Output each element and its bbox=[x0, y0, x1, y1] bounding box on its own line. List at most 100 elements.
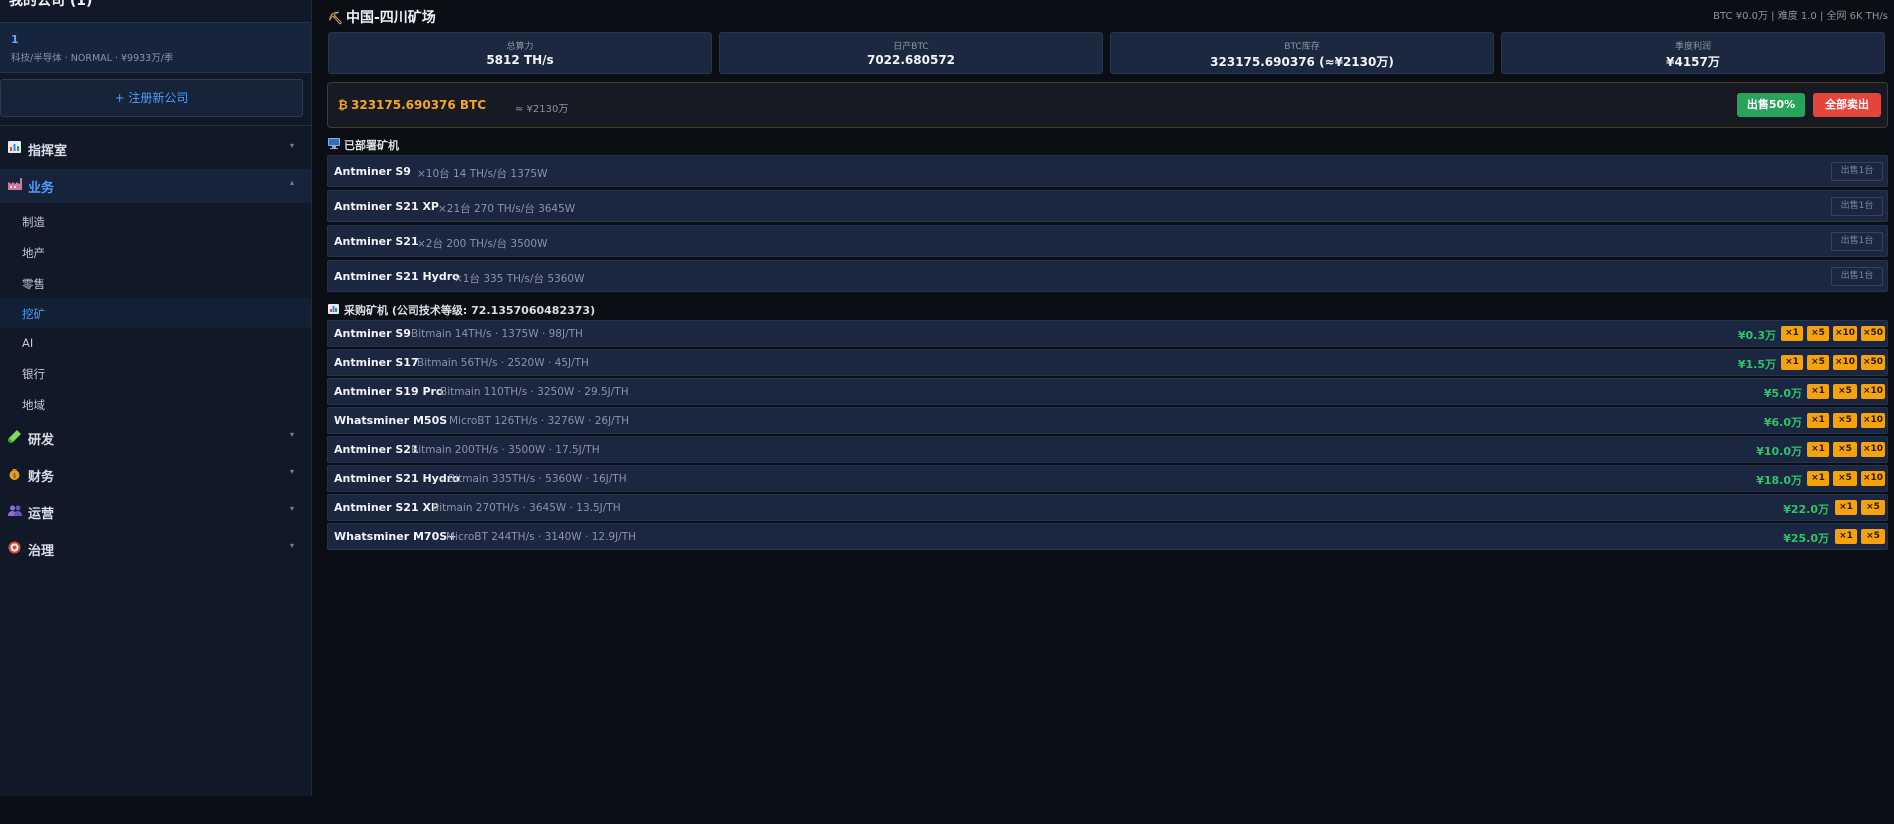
buy-qty-button[interactable]: ×1 bbox=[1781, 326, 1803, 341]
stat-label: 日产BTC bbox=[893, 42, 929, 52]
chart-icon bbox=[328, 304, 344, 317]
nav-section-command[interactable]: 指挥室 ▾ bbox=[0, 132, 311, 166]
purchase-row: Antminer S9 Bitmain 14TH/s · 1375W · 98J… bbox=[327, 320, 1888, 347]
purchase-row: Antminer S21 XP Bitmain 270TH/s · 3645W … bbox=[327, 494, 1888, 521]
buy-qty-button[interactable]: ×10 bbox=[1861, 413, 1885, 428]
miner-spec: ×10台 14 TH/s/台 1375W bbox=[417, 168, 548, 180]
miner-price: ¥22.0万 bbox=[1783, 503, 1829, 516]
buy-qty-button[interactable]: ×10 bbox=[1833, 355, 1857, 370]
stat-label: BTC库存 bbox=[1284, 42, 1320, 52]
test-tube-icon bbox=[8, 430, 24, 444]
buy-qty-button[interactable]: ×1 bbox=[1807, 413, 1829, 428]
sidebar-item-mining[interactable]: 挖矿 bbox=[0, 298, 311, 328]
page-title: ⛏ 中国-四川矿场 bbox=[328, 7, 436, 27]
sidebar-item-label: 银行 bbox=[22, 367, 45, 381]
stat-value: 323175.690376 (≈¥2130万) bbox=[1210, 55, 1394, 69]
sidebar-item-region[interactable]: 地域 bbox=[0, 389, 311, 419]
sidebar-item-retail[interactable]: 零售 bbox=[0, 268, 311, 298]
buy-qty-button[interactable]: ×5 bbox=[1833, 442, 1857, 457]
sidebar-item-manufacturing[interactable]: 制造 bbox=[0, 206, 311, 236]
nav-section-label: 运营 bbox=[28, 507, 55, 522]
purchase-heading: 采购矿机 (公司技术等级: 72.1357060482373) bbox=[328, 302, 595, 318]
sell-half-button[interactable]: 出售50% bbox=[1737, 93, 1805, 117]
nav-section-finance[interactable]: $ 财务 ▾ bbox=[0, 458, 311, 492]
miner-price: ¥6.0万 bbox=[1763, 416, 1802, 429]
sidebar-item-realestate[interactable]: 地产 bbox=[0, 237, 311, 267]
btc-amount: 323175.690376 BTC bbox=[351, 98, 487, 112]
chevron-down-icon: ▾ bbox=[290, 141, 295, 150]
buy-qty-button[interactable]: ×1 bbox=[1807, 471, 1829, 486]
chevron-down-icon: ▾ bbox=[290, 430, 295, 439]
svg-text:$: $ bbox=[13, 473, 17, 480]
nav-section-governance[interactable]: 治理 ▾ bbox=[0, 532, 311, 566]
sell-one-button[interactable]: 出售1台 bbox=[1831, 162, 1883, 181]
stat-value: 7022.680572 bbox=[866, 53, 956, 67]
buy-qty-button[interactable]: ×5 bbox=[1807, 355, 1829, 370]
nav-section-rnd[interactable]: 研发 ▾ bbox=[0, 421, 311, 455]
chevron-up-icon: ▴ bbox=[290, 178, 295, 187]
nav-section-label: 研发 bbox=[28, 433, 55, 448]
btc-holdings-panel: ₿ 323175.690376 BTC ≈ ¥2130万 出售50% 全部卖出 bbox=[327, 82, 1888, 128]
miner-name: Whatsminer M70S+ bbox=[334, 530, 457, 543]
buy-qty-button[interactable]: ×5 bbox=[1861, 500, 1885, 515]
register-company-button[interactable]: + 注册新公司 bbox=[0, 79, 303, 117]
miner-name: Whatsminer M50S bbox=[334, 414, 448, 427]
sidebar-item-label: AI bbox=[22, 336, 34, 350]
purchase-row: Whatsminer M50S MicroBT 126TH/s · 3276W … bbox=[327, 407, 1888, 434]
miner-price: ¥18.0万 bbox=[1756, 474, 1802, 487]
nav-section-label: 指挥室 bbox=[28, 144, 68, 159]
miner-name: Antminer S21 Hydro bbox=[334, 270, 460, 283]
miner-name: Antminer S21 bbox=[334, 443, 419, 456]
buy-qty-button[interactable]: ×5 bbox=[1861, 529, 1885, 544]
miner-price: ¥5.0万 bbox=[1763, 387, 1802, 400]
miner-price: ¥0.3万 bbox=[1737, 329, 1776, 342]
sidebar-item-bank[interactable]: 银行 bbox=[0, 358, 311, 388]
company-meta: 科技/半导体 · NORMAL · ¥9933万/季 bbox=[11, 53, 174, 64]
buy-qty-button[interactable]: ×1 bbox=[1835, 500, 1857, 515]
sell-one-button[interactable]: 出售1台 bbox=[1831, 232, 1883, 251]
buy-qty-button[interactable]: ×50 bbox=[1861, 355, 1885, 370]
nav-section-label: 财务 bbox=[28, 470, 55, 485]
purchase-row: Antminer S19 Pro Bitmain 110TH/s · 3250W… bbox=[327, 378, 1888, 405]
buy-qty-button[interactable]: ×5 bbox=[1807, 326, 1829, 341]
chevron-down-icon: ▾ bbox=[290, 467, 295, 476]
sell-all-button[interactable]: 全部卖出 bbox=[1813, 93, 1881, 117]
money-bag-icon: $ bbox=[8, 467, 24, 481]
miner-name: Antminer S21 Hydro bbox=[334, 472, 460, 485]
buy-qty-button[interactable]: ×10 bbox=[1861, 471, 1885, 486]
stat-card-hashrate: 总算力 5812 TH/s bbox=[328, 32, 712, 74]
miner-spec: ×1台 335 TH/s/台 5360W bbox=[454, 273, 585, 285]
miner-name: Antminer S21 XP bbox=[334, 200, 439, 213]
buy-qty-button[interactable]: ×1 bbox=[1807, 384, 1829, 399]
company-card[interactable]: 1 科技/半导体 · NORMAL · ¥9933万/季 bbox=[0, 22, 311, 73]
sidebar-item-label: 地域 bbox=[22, 398, 45, 412]
sell-one-button[interactable]: 出售1台 bbox=[1831, 267, 1883, 286]
buy-qty-button[interactable]: ×10 bbox=[1833, 326, 1857, 341]
nav-section-label: 治理 bbox=[28, 544, 55, 559]
bitcoin-icon: ₿ bbox=[338, 98, 348, 112]
pickaxe-icon: ⛏ bbox=[328, 11, 344, 25]
miner-spec: MicroBT 126TH/s · 3276W · 26J/TH bbox=[449, 415, 630, 427]
buy-qty-button[interactable]: ×10 bbox=[1861, 442, 1885, 457]
miner-price: ¥10.0万 bbox=[1756, 445, 1802, 458]
buy-qty-button[interactable]: ×5 bbox=[1833, 471, 1857, 486]
buy-qty-button[interactable]: ×1 bbox=[1807, 442, 1829, 457]
stat-value: ¥4157万 bbox=[1666, 55, 1720, 69]
sell-one-button[interactable]: 出售1台 bbox=[1831, 197, 1883, 216]
buy-qty-button[interactable]: ×5 bbox=[1833, 384, 1857, 399]
buy-qty-button[interactable]: ×50 bbox=[1861, 326, 1885, 341]
miner-spec: ×2台 200 TH/s/台 3500W bbox=[417, 238, 548, 250]
miner-spec: ×21台 270 TH/s/台 3645W bbox=[438, 203, 576, 215]
deployed-row: Antminer S21 XP ×21台 270 TH/s/台 3645W 出售… bbox=[327, 190, 1888, 222]
sidebar-item-ai[interactable]: AI bbox=[0, 328, 311, 358]
buy-qty-button[interactable]: ×5 bbox=[1833, 413, 1857, 428]
buy-qty-button[interactable]: ×1 bbox=[1781, 355, 1803, 370]
buy-qty-button[interactable]: ×1 bbox=[1835, 529, 1857, 544]
miner-spec: MicroBT 244TH/s · 3140W · 12.9J/TH bbox=[446, 531, 637, 543]
nav-section-business[interactable]: 业务 ▴ bbox=[0, 169, 311, 203]
miner-spec: Bitmain 270TH/s · 3645W · 13.5J/TH bbox=[432, 502, 621, 514]
buy-qty-button[interactable]: ×10 bbox=[1861, 384, 1885, 399]
stat-label: 季度利润 bbox=[1674, 42, 1711, 52]
nav-section-operations[interactable]: 运营 ▾ bbox=[0, 495, 311, 529]
stat-label: 总算力 bbox=[506, 42, 534, 52]
